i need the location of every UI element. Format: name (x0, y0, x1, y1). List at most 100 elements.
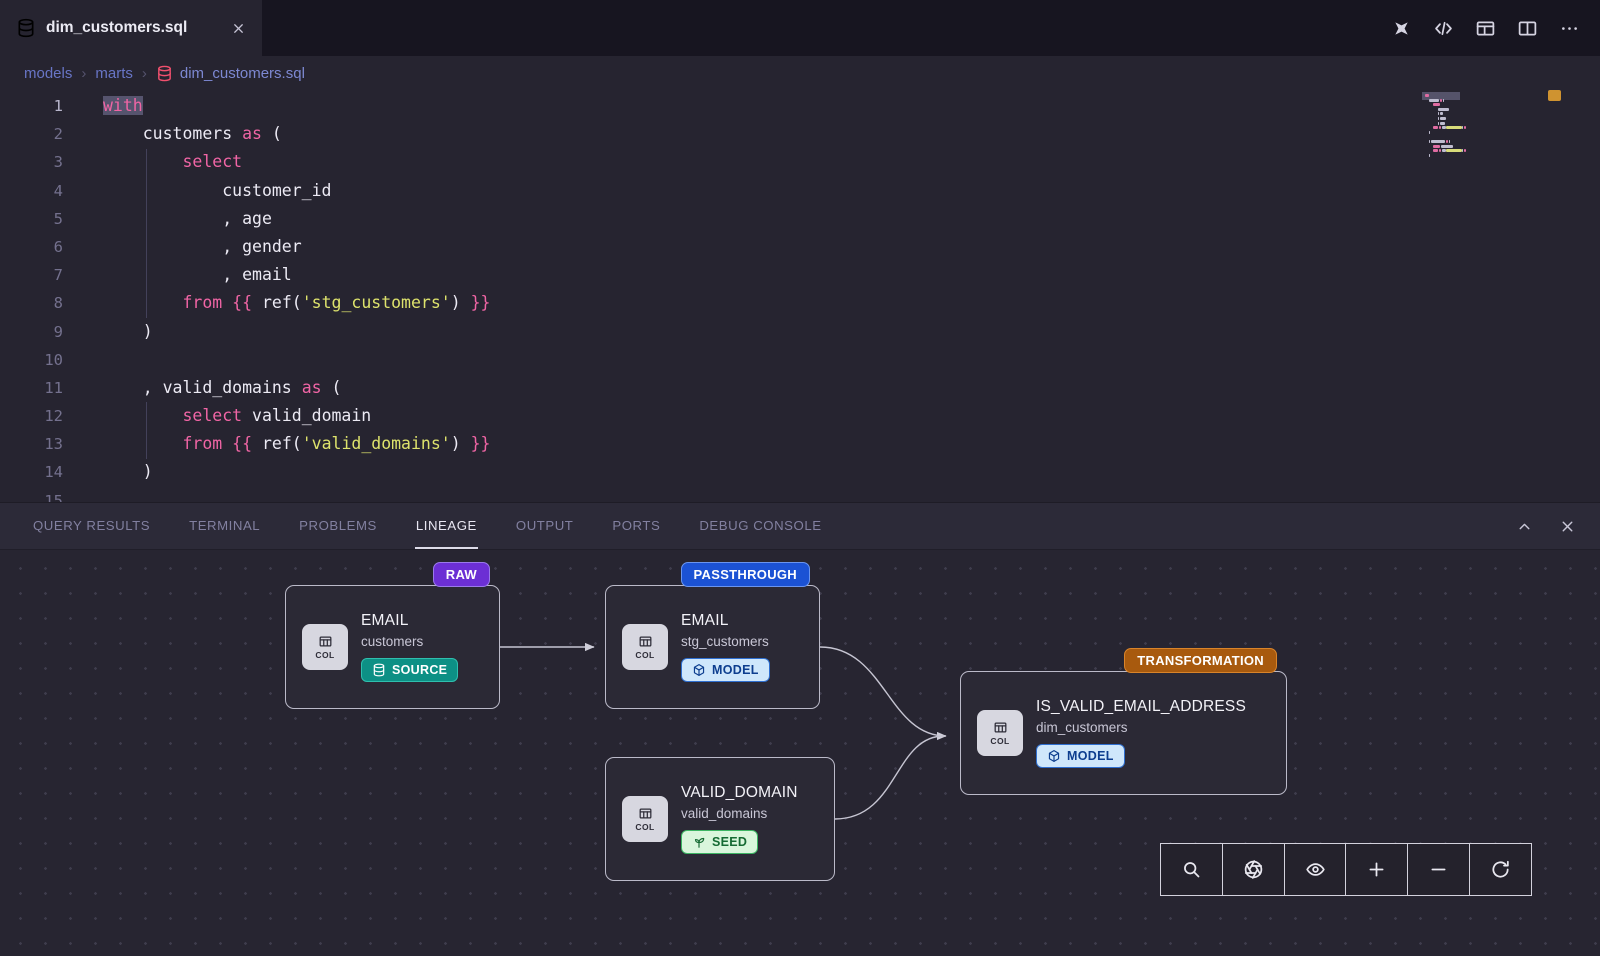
breadcrumb-label: dim_customers.sql (180, 65, 305, 82)
plus-icon (1366, 859, 1387, 880)
code-text: ) (103, 458, 153, 486)
column-type-icon: COL (622, 796, 668, 842)
line-number: 2 (0, 120, 63, 148)
column-type-icon: COL (302, 624, 348, 670)
raw-tag: RAW (433, 562, 490, 587)
close-icon (1559, 518, 1576, 535)
aperture-icon (1243, 859, 1264, 880)
lineage-node-stg_customers[interactable]: PASSTHROUGHCOLEMAILstg_customersMODEL (605, 585, 820, 709)
node-title: IS_VALID_EMAIL_ADDRESS (1036, 698, 1246, 716)
minus-icon (1428, 859, 1449, 880)
line-number: 15 (0, 487, 63, 502)
code-text: , email (103, 261, 292, 289)
split-editor-button[interactable] (1517, 18, 1538, 39)
panel-icon (1475, 18, 1496, 39)
code-line[interactable]: 13 from {{ ref('valid_domains') }} (0, 430, 1600, 458)
zoom-in-button[interactable] (1346, 844, 1408, 895)
search-button[interactable] (1161, 844, 1223, 895)
code-line[interactable]: 2 customers as ( (0, 120, 1600, 148)
lineage-node-customers[interactable]: RAWCOLEMAILcustomersSOURCE (285, 585, 500, 709)
line-number: 10 (0, 346, 63, 374)
breadcrumb-item-models[interactable]: models (24, 65, 72, 82)
tab-label: dim_customers.sql (46, 19, 221, 37)
more-actions-button[interactable] (1559, 18, 1580, 39)
code-line[interactable]: 14 ) (0, 458, 1600, 486)
panel-tab-query-results[interactable]: QUERY RESULTS (32, 503, 151, 549)
code-editor[interactable]: 1with2 customers as (3 select4 customer_… (0, 90, 1600, 502)
model-badge: MODEL (1036, 744, 1125, 768)
code-line[interactable]: 6 , gender (0, 233, 1600, 261)
code-text: , age (103, 205, 272, 233)
minimap[interactable] (1425, 94, 1531, 163)
breadcrumb-item-dim-customers-sql[interactable]: dim_customers.sql (156, 65, 305, 82)
database-icon (16, 18, 36, 38)
column-icon-label: COL (315, 650, 334, 660)
code-line[interactable]: 9 ) (0, 318, 1600, 346)
refresh-button[interactable] (1470, 844, 1531, 895)
node-subtitle: customers (361, 634, 458, 649)
line-number: 13 (0, 430, 63, 458)
code-button[interactable] (1433, 18, 1454, 39)
panel-tab-terminal[interactable]: TERMINAL (188, 503, 261, 549)
panel-tab-strip: QUERY RESULTS TERMINAL PROBLEMS LINEAGE OUTP… (0, 502, 1600, 550)
table-icon (636, 806, 655, 821)
star-x-icon (1391, 18, 1412, 39)
breadcrumb-separator: › (81, 65, 86, 82)
x-star-button[interactable] (1391, 18, 1412, 39)
code-line[interactable]: 3 select (0, 148, 1600, 176)
model-badge: MODEL (681, 658, 770, 682)
indent-guide (146, 149, 147, 318)
column-type-icon: COL (622, 624, 668, 670)
line-number: 8 (0, 289, 63, 317)
split-editor-icon (1517, 18, 1538, 39)
eye-icon (1305, 859, 1326, 880)
lineage-canvas[interactable]: RAWCOLEMAILcustomersSOURCEPASSTHROUGHCOL… (0, 550, 1600, 956)
code-line[interactable]: 7 , email (0, 261, 1600, 289)
close-panel-button[interactable] (1559, 518, 1576, 535)
breadcrumb: models › marts › dim_customers.sql (0, 56, 1600, 90)
code-line[interactable]: 10 (0, 346, 1600, 374)
column-type-icon: COL (977, 710, 1023, 756)
tab-dim-customers-sql[interactable]: dim_customers.sql (0, 0, 262, 56)
code-line[interactable]: 4 customer_id (0, 177, 1600, 205)
close-tab-icon[interactable] (231, 21, 246, 36)
code-text: , gender (103, 233, 302, 261)
lineage-node-valid_domains[interactable]: COLVALID_DOMAINvalid_domainsSEED (605, 757, 835, 881)
table-icon (636, 634, 655, 649)
lineage-node-dim_customers[interactable]: TRANSFORMATIONCOLIS_VALID_EMAIL_ADDRESSd… (960, 671, 1287, 795)
lineage-toolbar (1160, 843, 1532, 896)
zoom-out-button[interactable] (1408, 844, 1470, 895)
overview-ruler-marker (1548, 90, 1561, 101)
package-icon (1047, 749, 1061, 763)
node-title: EMAIL (361, 612, 458, 630)
code-line[interactable]: 12 select valid_domain (0, 402, 1600, 430)
search-icon (1181, 859, 1202, 880)
aperture-button[interactable] (1223, 844, 1285, 895)
editor-tab-bar: dim_customers.sql (0, 0, 1600, 56)
more-icon (1559, 18, 1580, 39)
panel-button[interactable] (1475, 18, 1496, 39)
code-line[interactable]: 8 from {{ ref('stg_customers') }} (0, 289, 1600, 317)
breadcrumb-item-marts[interactable]: marts (95, 65, 133, 82)
code-line[interactable]: 15 (0, 487, 1600, 502)
close-icon (231, 21, 246, 36)
panel-tab-output[interactable]: OUTPUT (515, 503, 575, 549)
panel-tab-ports[interactable]: PORTS (611, 503, 661, 549)
package-icon (692, 663, 706, 677)
panel-tab-problems[interactable]: PROBLEMS (298, 503, 378, 549)
line-number: 12 (0, 402, 63, 430)
code-line[interactable]: 11 , valid_domains as ( (0, 374, 1600, 402)
code-text: select (103, 148, 242, 176)
code-text: ) (103, 318, 153, 346)
chevron-up-icon (1516, 518, 1533, 535)
breadcrumb-separator: › (142, 65, 147, 82)
passthrough-tag: PASSTHROUGH (681, 562, 810, 587)
code-line[interactable]: 5 , age (0, 205, 1600, 233)
code-text: from {{ ref('stg_customers') }} (103, 289, 490, 317)
panel-tab-debug-console[interactable]: DEBUG CONSOLE (698, 503, 822, 549)
panel-tab-lineage[interactable]: LINEAGE (415, 503, 478, 549)
visibility-button[interactable] (1285, 844, 1347, 895)
collapse-panel-button[interactable] (1516, 518, 1533, 535)
code-line[interactable]: 1with (0, 92, 1600, 120)
code-text: select valid_domain (103, 402, 371, 430)
